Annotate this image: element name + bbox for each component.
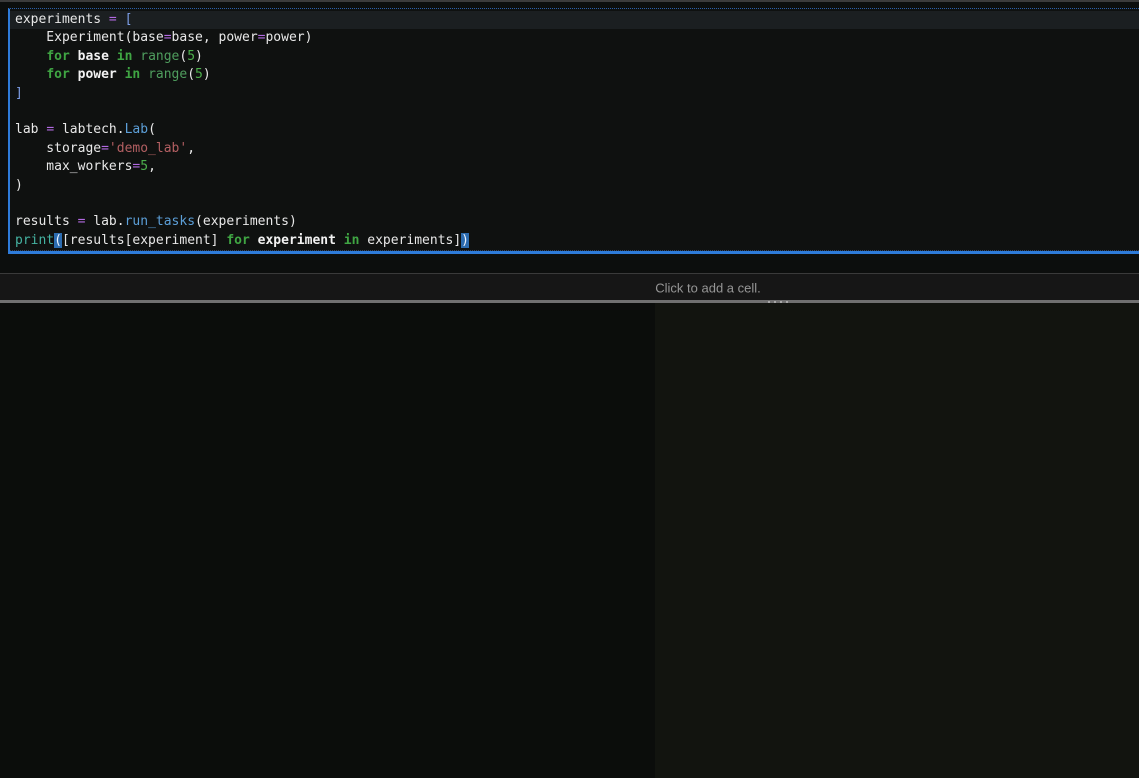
code-line: storage='demo_lab', [15, 140, 1139, 158]
code-token-match: ) [461, 232, 469, 248]
code-token-kw: for [46, 48, 70, 64]
code-token-plain: ( [187, 67, 196, 83]
code-line: ) [15, 177, 1139, 195]
code-token-var: power [77, 67, 117, 83]
code-line: print([results[experiment] for experimen… [15, 232, 1139, 250]
code-token-plain: experiments [15, 12, 109, 27]
code-token-plain: ) [195, 48, 203, 64]
code-token-var: base [77, 48, 109, 64]
code-token-plain: power) [265, 30, 313, 46]
code-token-var: experiment [257, 232, 336, 248]
code-token-plain: , [187, 140, 196, 156]
code-token-plain: lab. [85, 214, 125, 230]
code-line: max_workers=5, [15, 158, 1139, 176]
code-line: experiments = [ [10, 11, 1139, 30]
code-token-num: 5 [140, 159, 149, 175]
code-token-plain: [results[experiment] [61, 232, 227, 248]
code-token-plain: ) [202, 67, 211, 83]
code-token-plain: Experiment(base [15, 30, 164, 46]
code-token-num: 5 [187, 48, 196, 64]
code-line: for base in range(5) [15, 48, 1139, 66]
code-token-kw: in [343, 232, 360, 248]
code-token-range: range [148, 67, 188, 83]
code-line: ] [15, 85, 1139, 103]
code-token-num: 5 [195, 67, 203, 83]
code-token-plain: max_workers [15, 159, 133, 175]
code-token-kw: for [46, 67, 70, 83]
code-token-plain: labtech. [54, 122, 125, 138]
empty-pane-left[interactable] [0, 303, 655, 778]
code-token-op: = [101, 140, 109, 156]
code-token-plain: experiments] [359, 232, 462, 248]
code-token-op: = [108, 12, 117, 27]
add-cell-placeholder-text: Click to add a cell. [655, 280, 761, 295]
code-token-kw: for [226, 232, 250, 248]
code-token-builtin: print [15, 232, 55, 248]
code-line: for power in range(5) [15, 66, 1139, 84]
code-token-kw: in [116, 48, 133, 64]
code-token-plain: ) [15, 177, 23, 193]
code-editor-area[interactable]: experiments = [ Experiment(base=base, po… [10, 9, 1139, 251]
code-token-plain: , [148, 159, 156, 175]
code-token-kw: in [124, 67, 141, 83]
code-token-plain: ( [148, 122, 156, 138]
code-cell[interactable]: experiments = [ Experiment(base=base, po… [8, 8, 1139, 254]
add-cell-bar[interactable]: Click to add a cell. [0, 273, 1139, 301]
window-top-edge [0, 0, 1139, 2]
code-token-op: = [46, 122, 55, 138]
code-line: results = lab.run_tasks(experiments) [15, 213, 1139, 231]
code-token-str: 'demo_lab' [108, 140, 188, 156]
code-line: lab = labtech.Lab( [15, 121, 1139, 139]
code-token-range: range [140, 48, 180, 64]
code-token-plain: results [15, 214, 78, 230]
code-token-brkt: [ [124, 12, 133, 27]
code-token-plain: lab [15, 122, 47, 138]
code-token-plain: storage [15, 140, 102, 156]
code-token-match: ( [54, 232, 62, 248]
code-token-brkt: ] [15, 85, 23, 101]
code-token-plain: base, power [171, 30, 258, 46]
code-line: Experiment(base=base, power=power) [15, 29, 1139, 47]
code-token-fn: run_tasks [124, 214, 196, 230]
notebook-window: experiments = [ Experiment(base=base, po… [0, 0, 1139, 778]
code-token-plain: (experiments) [195, 214, 297, 230]
code-token-op: = [163, 30, 172, 46]
empty-pane-right[interactable] [655, 303, 1139, 778]
code-token-fn: Lab [124, 122, 149, 138]
